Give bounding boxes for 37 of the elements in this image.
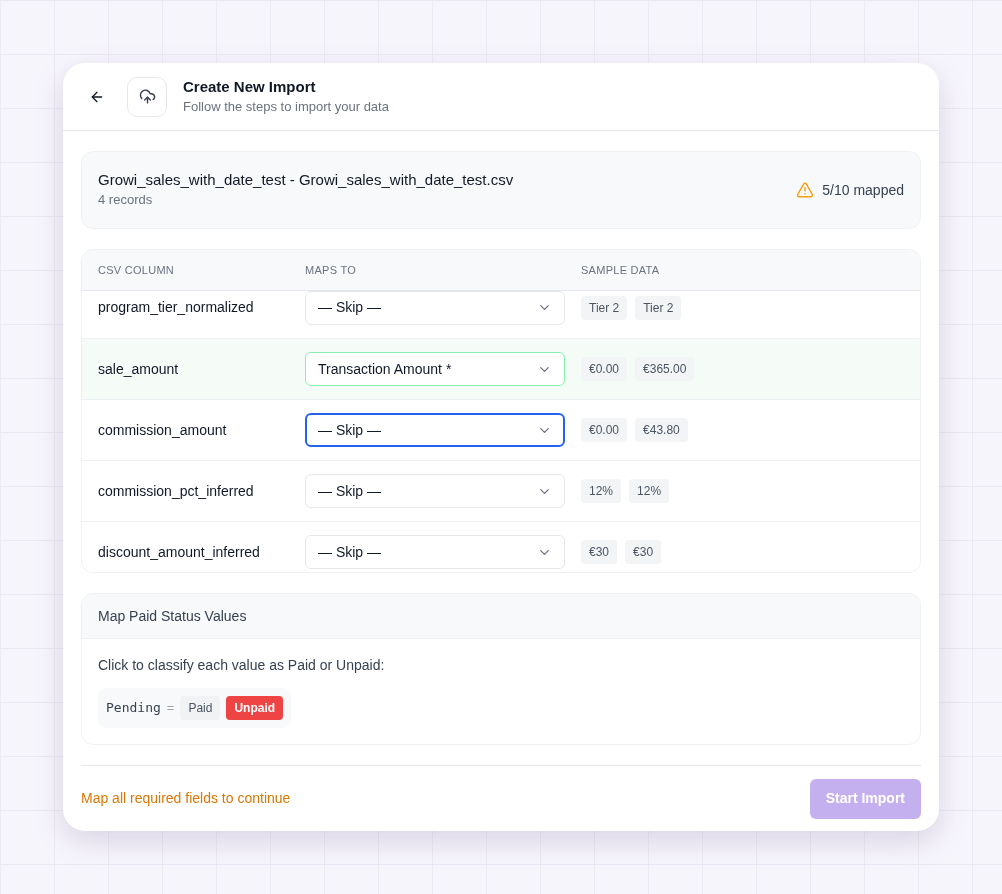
sample-value: €30 <box>625 540 662 564</box>
field-select[interactable]: — Skip — <box>305 535 565 569</box>
csv-column-name: discount_amount_inferred <box>98 542 261 562</box>
status-option[interactable]: Paid <box>180 696 221 720</box>
sample-value: 12% <box>629 479 670 503</box>
field-select[interactable]: Transaction Amount * <box>305 352 565 386</box>
sample-value: €0.00 <box>581 418 628 442</box>
column-header: MAPS TO <box>305 262 358 278</box>
panel-title: Map Paid Status Values <box>98 606 247 626</box>
status-value: Pending <box>106 699 161 718</box>
sample-value: Tier 2 <box>581 295 628 320</box>
dialog-title: Create New Import <box>183 76 317 97</box>
field-select[interactable]: — Skip — <box>305 474 565 508</box>
mapped-count: 5/10 mapped <box>822 180 904 200</box>
column-header: CSV COLUMN <box>98 262 176 278</box>
column-header: SAMPLE DATA <box>581 262 661 278</box>
csv-column-name: commission_pct_inferred <box>98 481 255 501</box>
cloud-upload-icon <box>127 76 167 117</box>
sample-value: €0.00 <box>581 357 628 381</box>
csv-column-name: program_tier_normalized <box>98 298 255 317</box>
csv-column-name: sale_amount <box>98 359 180 379</box>
record-count: 4 records <box>98 191 154 209</box>
sample-value: €30 <box>581 540 618 564</box>
status-option[interactable]: Unpaid <box>226 696 284 720</box>
field-select[interactable]: — Skip — <box>305 291 565 325</box>
csv-column-name: commission_amount <box>98 420 228 440</box>
instruction-text: Click to classify each value as Paid or Unpaid: <box>98 656 386 675</box>
equals-sign: = <box>166 699 175 718</box>
file-name: Growi_sales_with_date_test - Growi_sales_with_date_test.csv <box>98 170 514 190</box>
sample-value: €43.80 <box>635 418 688 442</box>
validation-message: Map all required fields to continue <box>81 789 291 808</box>
sample-value: 12% <box>581 479 622 503</box>
field-select[interactable]: — Skip — <box>305 413 565 447</box>
sample-value: Tier 2 <box>635 295 682 320</box>
warning-icon <box>796 181 815 199</box>
sample-value: €365.00 <box>635 357 695 381</box>
dialog-subtitle: Follow the steps to import your data <box>183 97 389 116</box>
